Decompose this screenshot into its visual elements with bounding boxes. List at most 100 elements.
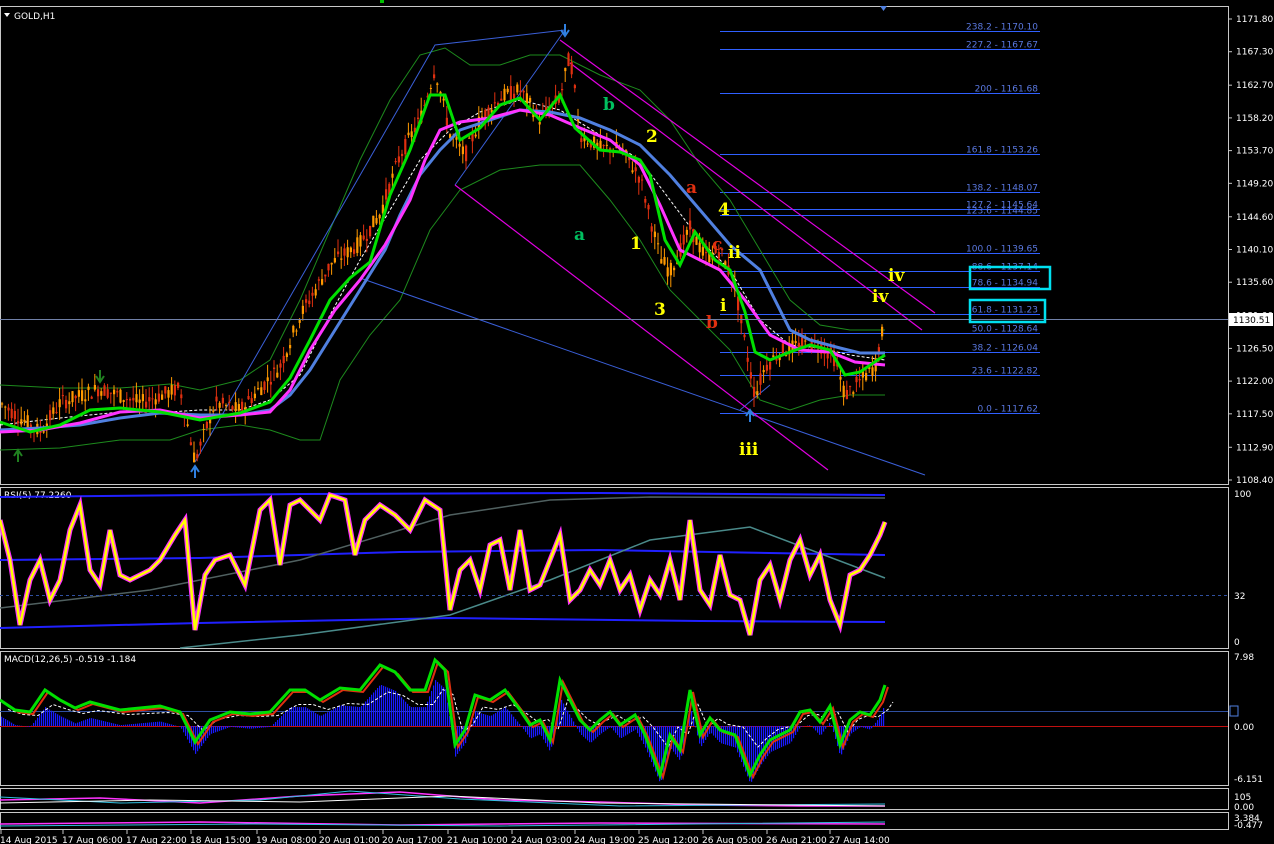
macd-histogram-bar: [633, 726, 635, 731]
candle-body: [631, 170, 634, 173]
candle-body: [468, 137, 471, 139]
macd-histogram-bar: [569, 714, 571, 726]
wave-label-2: 2: [646, 127, 658, 147]
macd-histogram-bar: [213, 726, 215, 734]
candle-body: [202, 428, 205, 430]
price-tick-label: 1149.20: [1236, 179, 1273, 189]
macd-histogram-bar: [401, 697, 403, 726]
macd-histogram-bar: [335, 708, 337, 726]
candle-body: [305, 299, 308, 303]
macd-histogram-bar: [97, 719, 99, 726]
macd-histogram-bar: [107, 721, 109, 726]
fib-level-label: 227.2 - 1167.67: [966, 41, 1038, 51]
candle-body: [794, 341, 797, 344]
candle-body: [634, 167, 637, 172]
fib-level-label: 38.2 - 1126.04: [972, 344, 1038, 354]
candle-body: [260, 387, 263, 396]
macd-histogram-bar: [829, 722, 831, 726]
candle-body: [58, 399, 61, 408]
candle-body: [314, 289, 317, 296]
macd-histogram-bar: [301, 707, 303, 726]
macd-histogram-bar: [635, 726, 637, 730]
macd-histogram-bar: [629, 726, 631, 734]
macd-histogram-bar: [141, 723, 143, 726]
macd-histogram-bar: [477, 712, 479, 726]
time-tick-label: 20 Aug 01:00: [319, 836, 380, 844]
macd-histogram-bar: [225, 726, 227, 729]
macd-histogram-bar: [239, 726, 241, 728]
candle-body: [669, 262, 672, 276]
macd-histogram-bar: [69, 720, 71, 726]
macd-histogram-bar: [429, 696, 431, 726]
macd-histogram-bar: [693, 719, 695, 726]
macd-histogram-bar: [729, 726, 731, 746]
macd-histogram-bar: [113, 723, 115, 726]
candle-body: [52, 407, 55, 414]
macd-histogram-bar: [37, 717, 39, 726]
time-tick-label: 24 Aug 19:00: [574, 836, 635, 844]
macd-histogram-bar: [435, 680, 437, 726]
trading-chart[interactable]: GOLD,H1 238.2 - 1170.10227.2 - 1167.6720…: [0, 0, 1274, 844]
macd-histogram-bar: [421, 707, 423, 726]
candle-body: [775, 359, 778, 361]
time-tick-label: 21 Aug 10:00: [447, 836, 508, 844]
macd-histogram-bar: [253, 726, 255, 729]
macd-histogram-bar: [479, 712, 481, 726]
macd-histogram-bar: [233, 726, 235, 728]
candle-body: [605, 144, 608, 146]
macd-histogram-bar: [815, 726, 817, 731]
macd-histogram-bar: [143, 723, 145, 726]
macd-histogram-bar: [85, 719, 87, 726]
macd-histogram-bar: [613, 726, 615, 731]
macd-histogram-bar: [409, 706, 411, 726]
price-tick-label: 1171.80: [1236, 15, 1273, 25]
macd-histogram-bar: [265, 726, 267, 728]
candle-body: [401, 153, 404, 157]
macd-histogram-bar: [243, 726, 245, 729]
candle-body: [324, 274, 327, 277]
macd-histogram-bar: [877, 720, 879, 726]
candle-body: [445, 117, 448, 126]
wave-label-iii: iii: [739, 440, 759, 460]
candle-body: [145, 401, 148, 408]
candle-body: [573, 85, 576, 89]
macd-histogram-bar: [727, 726, 729, 746]
macd-histogram-bar: [57, 714, 59, 726]
candle-body: [84, 399, 87, 402]
macd-histogram-bar: [723, 726, 725, 744]
candle-body: [356, 237, 359, 253]
macd-histogram-bar: [625, 726, 627, 736]
macd-histogram-bar: [443, 687, 445, 726]
macd-histogram-bar: [497, 711, 499, 726]
macd-histogram-bar: [565, 707, 567, 726]
candle-body: [81, 390, 84, 401]
macd-histogram-bar: [5, 719, 7, 726]
candle-body: [695, 236, 698, 245]
time-tick-label: 25 Aug 12:00: [638, 836, 699, 844]
candle-body: [461, 146, 464, 155]
candle-body: [340, 258, 343, 260]
macd-histogram-bar: [627, 726, 629, 735]
candle-body: [756, 391, 759, 396]
candle-body: [465, 145, 468, 162]
macd-histogram-bar: [155, 721, 157, 726]
macd-histogram-bar: [359, 707, 361, 726]
candle-body: [525, 93, 528, 104]
macd-histogram-bar: [437, 681, 439, 726]
candle-body: [493, 102, 496, 104]
macd-histogram-bar: [287, 710, 289, 726]
macd-histogram-bar: [395, 690, 397, 726]
candle-body: [295, 330, 298, 332]
candle-body: [250, 398, 253, 404]
macd-histogram-bar: [615, 726, 617, 733]
macd-histogram-bar: [859, 726, 861, 728]
candle-body: [257, 387, 260, 390]
wave-label-c-red: c: [712, 235, 722, 255]
macd-histogram-bar: [35, 720, 37, 726]
macd-histogram-bar: [371, 694, 373, 726]
macd-histogram-bar: [527, 726, 529, 735]
macd-histogram-bar: [427, 701, 429, 726]
macd-histogram-bar: [581, 726, 583, 735]
candle-body: [266, 377, 269, 382]
macd-histogram-bar: [419, 707, 421, 726]
